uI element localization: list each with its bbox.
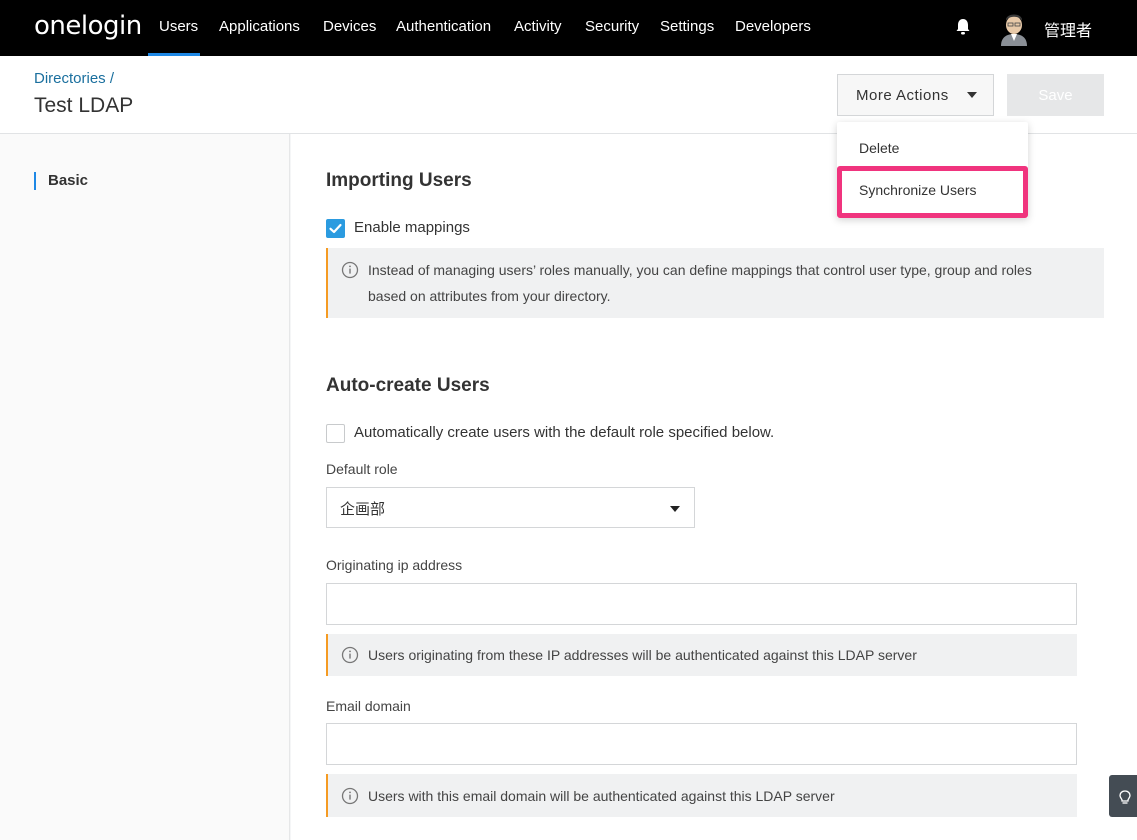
ip-address-label: Originating ip address xyxy=(326,557,463,573)
sidebar: Basic xyxy=(0,134,290,840)
checkmark-icon xyxy=(329,223,342,234)
default-role-value: 企画部 xyxy=(340,501,386,518)
caret-down-icon xyxy=(967,92,977,98)
ip-info-box: Users originating from these IP addresse… xyxy=(326,634,1077,676)
more-actions-button[interactable]: More Actions xyxy=(837,74,994,116)
mappings-info-line1: Instead of managing users’ roles manuall… xyxy=(368,262,1032,278)
main-content: Importing Users Enable mappings Instead … xyxy=(291,134,1137,840)
sidebar-item-basic[interactable]: Basic xyxy=(34,172,88,190)
importing-users-title: Importing Users xyxy=(326,170,472,191)
help-tab[interactable] xyxy=(1109,775,1137,817)
nav-applications[interactable]: Applications xyxy=(219,18,300,35)
more-actions-label: More Actions xyxy=(856,86,949,104)
email-info-text: Users with this email domain will be aut… xyxy=(368,788,835,804)
info-icon xyxy=(341,261,359,279)
default-role-select[interactable]: 企画部 xyxy=(326,487,695,528)
info-icon xyxy=(341,787,359,805)
nav-authentication[interactable]: Authentication xyxy=(396,18,491,35)
onelogin-logo[interactable]: onelogin xyxy=(34,11,142,41)
breadcrumb-directories[interactable]: Directories / xyxy=(34,70,114,87)
nav-users[interactable]: Users xyxy=(159,18,198,35)
page-title: Test LDAP xyxy=(34,94,134,117)
ip-address-input[interactable] xyxy=(326,583,1077,625)
mappings-info-box: Instead of managing users’ roles manuall… xyxy=(326,248,1104,318)
caret-down-icon xyxy=(670,506,680,512)
email-info-box: Users with this email domain will be aut… xyxy=(326,774,1077,817)
email-domain-label: Email domain xyxy=(326,698,411,714)
more-actions-dropdown: Delete Synchronize Users xyxy=(837,122,1028,218)
notification-bell-icon[interactable] xyxy=(953,17,973,37)
enable-mappings-label: Enable mappings xyxy=(354,219,470,236)
user-avatar-icon[interactable] xyxy=(998,10,1030,46)
email-domain-input[interactable] xyxy=(326,723,1077,765)
nav-security[interactable]: Security xyxy=(585,18,639,35)
default-role-label: Default role xyxy=(326,461,398,477)
auto-create-label: Automatically create users with the defa… xyxy=(354,424,775,441)
dropdown-item-delete[interactable]: Delete xyxy=(859,140,899,156)
ip-info-text: Users originating from these IP addresse… xyxy=(368,647,917,663)
auto-create-users-title: Auto-create Users xyxy=(326,375,490,396)
nav-developers[interactable]: Developers xyxy=(735,18,811,35)
save-button[interactable]: Save xyxy=(1007,74,1104,116)
auto-create-checkbox[interactable] xyxy=(326,424,345,443)
nav-devices[interactable]: Devices xyxy=(323,18,376,35)
user-name[interactable]: 管理者 xyxy=(1044,17,1092,41)
mappings-info-line2: based on attributes from your directory. xyxy=(368,288,611,304)
lightbulb-icon xyxy=(1119,790,1131,804)
nav-activity[interactable]: Activity xyxy=(514,18,562,35)
dropdown-item-synchronize-users[interactable]: Synchronize Users xyxy=(859,182,977,198)
enable-mappings-checkbox[interactable] xyxy=(326,219,345,238)
nav-settings[interactable]: Settings xyxy=(660,18,714,35)
top-navigation-bar: onelogin Users Applications Devices Auth… xyxy=(0,0,1137,56)
info-icon xyxy=(341,646,359,664)
